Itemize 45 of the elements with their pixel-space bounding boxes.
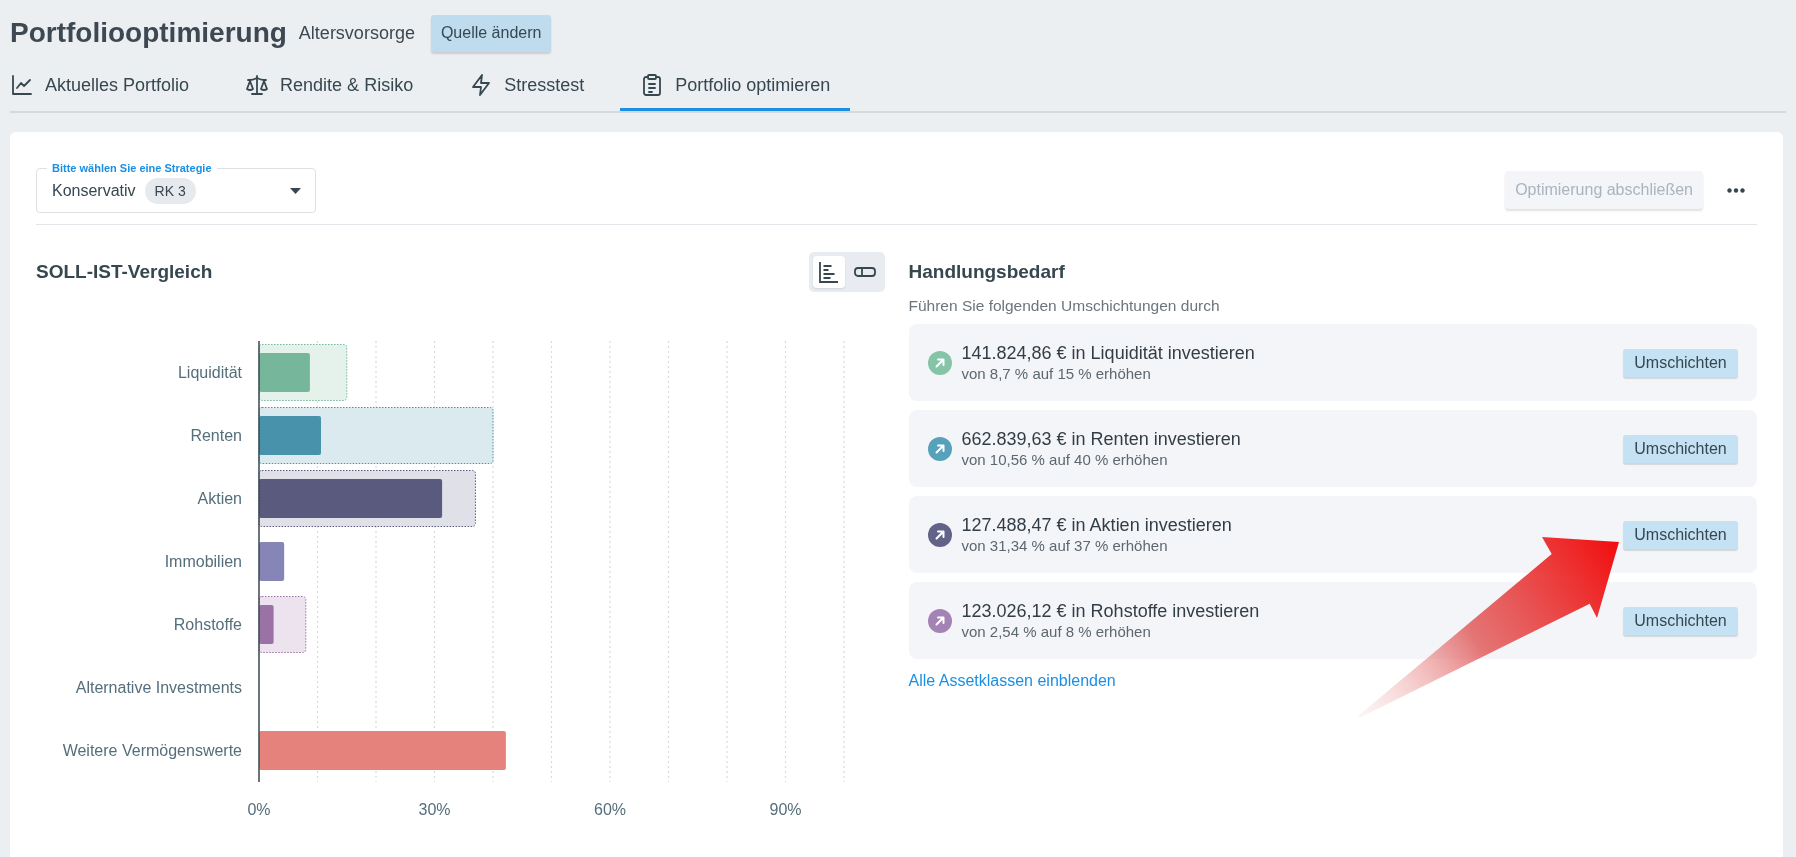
tab[interactable]: Rendite & Risiko [225, 62, 434, 111]
section-subtitle: Führen Sie folgenden Umschichtungen durch [908, 296, 1221, 316]
bar-chart-icon [816, 260, 841, 284]
balance-scale-icon [245, 73, 270, 97]
section-heading: Handlungsbedarf [908, 259, 1065, 284]
action-title: 141.824,86 € in Liquidität investieren [961, 341, 1256, 364]
action-title: 123.026,12 € in Rohstoffe investieren [961, 599, 1261, 622]
action-title: 127.488,47 € in Aktien investieren [961, 513, 1233, 536]
category-label: Alternative Investments [75, 679, 242, 696]
tab[interactable]: Portfolio optimieren [620, 62, 851, 111]
section-heading: SOLL-IST-Vergleich [36, 259, 213, 284]
category-label: Liquidität [177, 364, 242, 381]
action-detail: von 10,56 % auf 40 % erhöhen [961, 449, 1169, 470]
view-toggle-button[interactable] [812, 256, 845, 288]
action-detail: von 31,34 % auf 37 % erhöhen [961, 535, 1169, 556]
axis-tick-label: 30% [418, 801, 451, 818]
strategy-value: Konservativ [52, 180, 136, 201]
actual-bar [259, 542, 285, 581]
risk-class-chip: RK 3 [144, 177, 196, 204]
line-chart-icon [10, 73, 34, 97]
reallocate-button[interactable]: Umschichten [1623, 434, 1738, 463]
reallocate-button[interactable]: Umschichten [1623, 520, 1738, 549]
category-label: Immobilien [164, 553, 242, 570]
action-detail: von 8,7 % auf 15 % erhöhen [961, 363, 1152, 384]
axis-tick-label: 60% [594, 801, 626, 818]
actual-bar [259, 353, 310, 392]
actual-bar [259, 416, 321, 455]
axis-tick-label: 0% [247, 801, 271, 818]
show-all-link[interactable]: Alle Assetklassen einblenden [908, 671, 1116, 691]
tab[interactable]: Stresstest [449, 62, 605, 111]
action-title: 662.839,63 € in Renten investieren [961, 427, 1242, 450]
change-source-button[interactable]: Quelle ändern [430, 14, 552, 52]
axis-tick-label: 90% [769, 801, 802, 818]
page-title: Portfoliooptimierung [10, 19, 287, 47]
dropdown-caret-icon [290, 187, 301, 194]
tab[interactable]: Aktuelles Portfolio [10, 62, 210, 111]
category-label: Aktien [197, 490, 242, 507]
reallocate-button[interactable]: Umschichten [1623, 348, 1738, 377]
action-detail: von 2,54 % auf 8 % erhöhen [961, 621, 1152, 642]
more-icon [1727, 187, 1745, 193]
category-label: Weitere Vermögenswerte [62, 742, 242, 759]
category-label: Rohstoffe [173, 616, 242, 633]
page-subtitle: Altersvorsorge [298, 21, 415, 45]
category-label: Renten [190, 427, 242, 444]
reallocate-button[interactable]: Umschichten [1623, 606, 1738, 635]
